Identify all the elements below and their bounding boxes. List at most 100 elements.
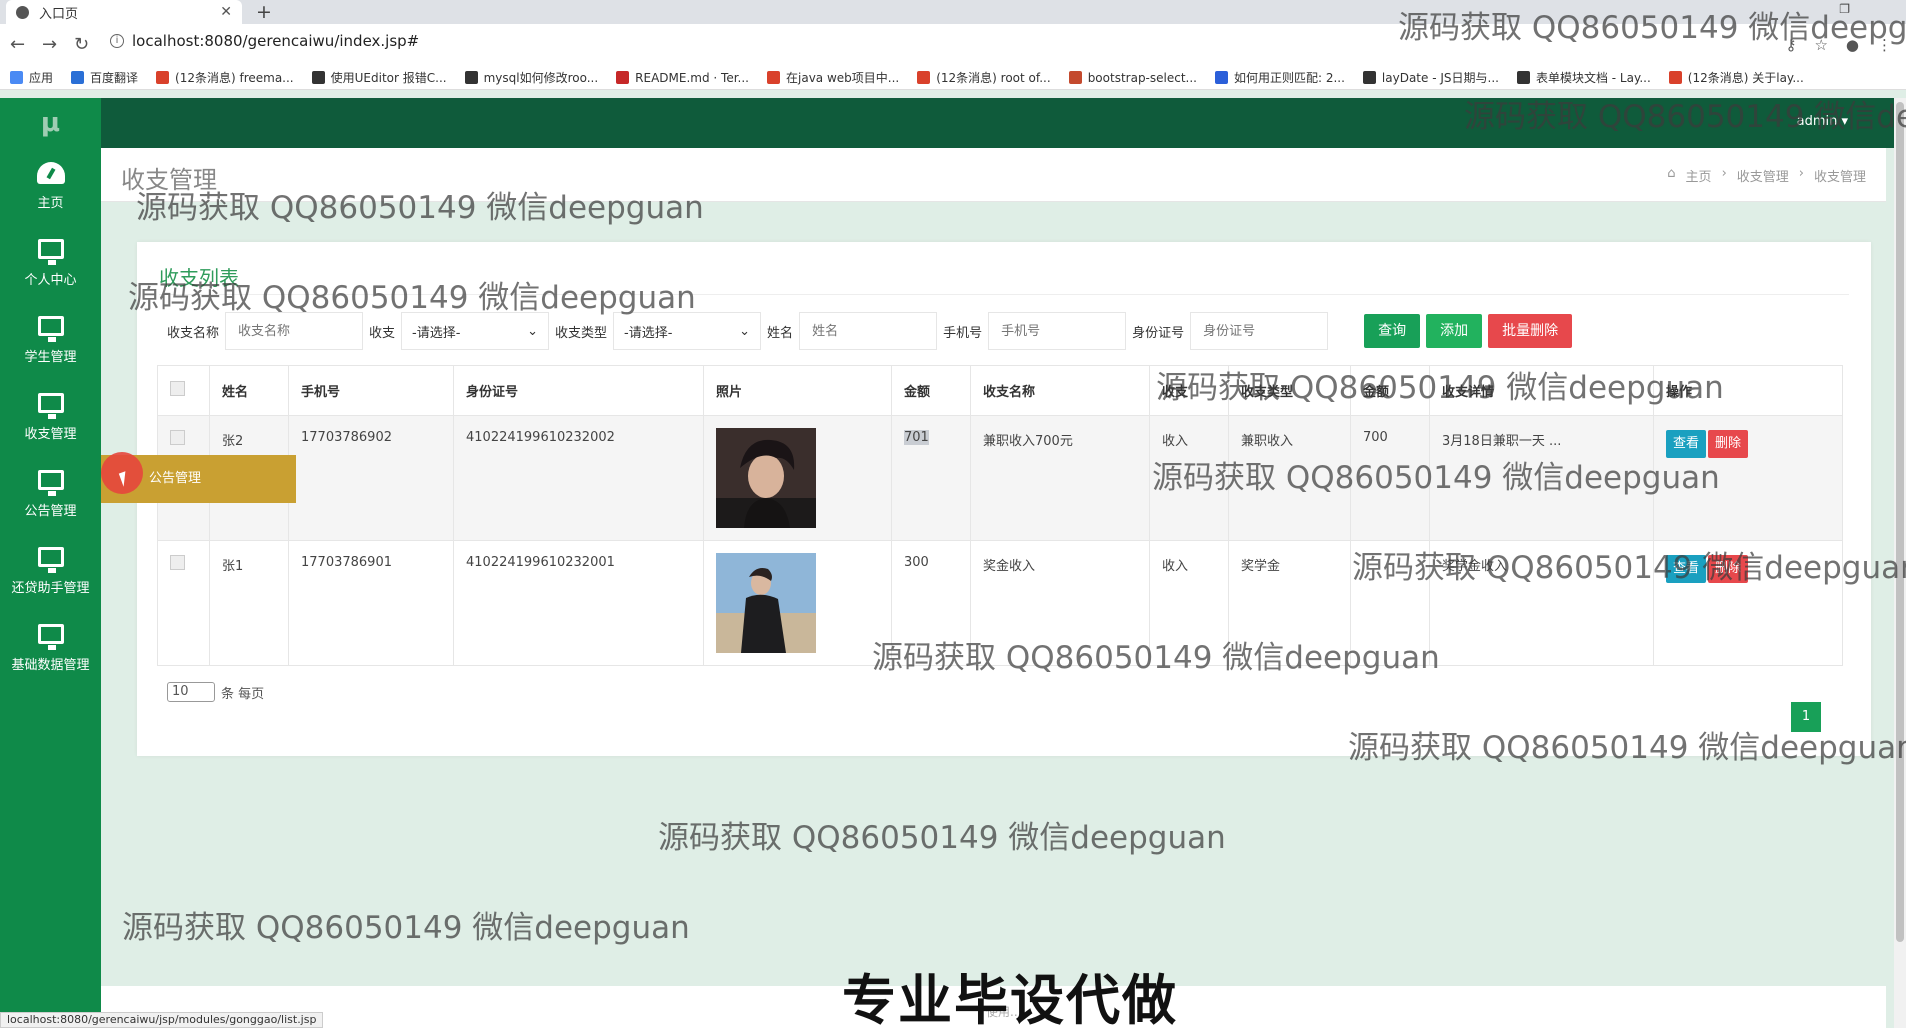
select-all-checkbox[interactable] [170,381,185,396]
view-button[interactable]: 查看 [1666,430,1707,458]
delete-button[interactable]: 删除 [1708,430,1749,458]
address-bar[interactable]: i localhost:8080/gerencaiwu/index.jsp# [110,32,419,50]
type-select[interactable]: -请选择- ⌄ [613,312,762,350]
profile-icon[interactable]: ● [1846,36,1859,54]
cell-inout: 收入 [1149,415,1229,541]
page-size-select[interactable]: 10 [167,682,215,702]
bookmark-label: 应用 [29,71,54,85]
sidebar-item-2[interactable]: 学生管理 [0,302,101,379]
student-photo [716,428,816,528]
bookmark-item[interactable]: layDate - JS日期与... [1362,69,1499,86]
bookmark-apps[interactable]: 应用 [10,69,53,86]
browser-tab[interactable]: 入口页 ✕ [6,0,242,24]
sidebar-item-label: 基础数据管理 [11,658,90,673]
amount-value: 701 [904,430,929,445]
sidebar-item-label: 还贷助手管理 [11,581,90,596]
star-icon[interactable]: ☆ [1814,36,1827,54]
bookmark-item[interactable]: (12条消息) freema... [156,69,294,86]
sidebar-item-label: 主页 [37,196,64,211]
bookmark-item[interactable]: (12条消息) 关于lay... [1668,69,1804,86]
batch-delete-button[interactable]: 批量删除 [1488,314,1573,348]
user-menu[interactable]: admin ▾ [1797,114,1848,129]
col-inout: 收支 [1149,365,1229,416]
add-button[interactable]: 添加 [1426,314,1483,348]
bookmark-favicon-icon [1668,71,1682,84]
col-photo: 照片 [703,365,892,416]
bookmark-item[interactable]: mysql如何修改roo... [464,69,598,86]
monitor-icon [37,239,64,265]
bookmark-item[interactable]: 使用UEditor 报错C... [311,69,447,86]
globe-icon [16,5,29,19]
url-text: localhost:8080/gerencaiwu/index.jsp# [132,32,420,50]
breadcrumb: ⌂ 主页 › 收支管理 › 收支管理 [1667,166,1866,185]
page-button-current[interactable]: 1 [1791,702,1821,732]
person-name-input[interactable] [799,312,938,350]
cell-detail: 奖学金收入 [1429,540,1654,666]
bookmark-label: 百度翻译 [90,71,139,85]
reload-icon[interactable]: ↻ [74,34,89,55]
cell-actions: 查看 删除 [1653,540,1843,666]
bookmark-item[interactable]: 百度翻译 [71,69,138,86]
watermark: 源码获取 QQ86050149 微信deepguan [658,820,1226,856]
col-phone: 手机号 [288,365,454,416]
sidebar-item-0[interactable]: 主页 [0,148,101,225]
row-checkbox[interactable] [170,430,185,445]
monitor-icon [37,547,64,573]
chevron-down-icon: ⌄ [739,323,751,339]
sidebar-item-4[interactable]: 公告管理 [0,456,101,533]
bookmark-label: README.md · Ter... [635,70,749,85]
col-actions: 操作 [1653,365,1843,416]
breadcrumb-separator: › [1798,166,1804,181]
forward-icon[interactable]: → [42,34,57,55]
name-input[interactable] [225,312,364,350]
col-detail: 收支详情 [1429,365,1654,416]
bookmark-item[interactable]: 表单模块文档 - Lay... [1516,69,1651,86]
bookmark-item[interactable]: bootstrap-select... [1068,71,1197,85]
delete-button[interactable]: 删除 [1708,555,1749,583]
sidebar-item-6[interactable]: 基础数据管理 [0,610,101,687]
cell-amount: 300 [891,540,971,666]
cell-inout: 收入 [1149,540,1229,666]
breadcrumb-item[interactable]: 收支管理 [1737,166,1789,185]
cell-photo [703,415,892,541]
view-button[interactable]: 查看 [1666,555,1707,583]
sidebar-item-5[interactable]: 还贷助手管理 [0,533,101,610]
cell-amount: 701 [891,415,971,541]
bookmark-item[interactable]: README.md · Ter... [616,71,749,85]
bookmark-item[interactable]: 如何用正则匹配: 2... [1214,69,1345,86]
cell-detail: 3月18日兼职一天 ... [1429,415,1654,541]
monitor-icon [37,393,64,419]
key-icon[interactable]: ⚷ [1785,36,1796,54]
cell-id-card: 410224199610232001 [453,540,704,666]
menu-dots-icon[interactable]: ⋮ [1877,36,1892,54]
query-button[interactable]: 查询 [1364,314,1421,348]
cell-amount-2: 700 [1350,415,1430,541]
sidebar-item-3[interactable]: 收支管理 [0,379,101,456]
window-restore-icon[interactable]: ❐ [1839,2,1850,16]
row-checkbox[interactable] [170,555,185,570]
bookmark-label: 表单模块文档 - Lay... [1535,71,1651,85]
bookmark-label: 如何用正则匹配: 2... [1233,71,1345,85]
inout-label: 收支 [369,325,396,341]
cell-amount-2 [1350,540,1430,666]
scrollbar[interactable] [1894,98,1906,1028]
inout-select[interactable]: -请选择- ⌄ [401,312,550,350]
id-card-input[interactable] [1190,312,1329,350]
cell-type: 奖学金 [1228,540,1351,666]
page-title: 收支管理 [121,166,217,194]
sidebar-item-1[interactable]: 个人中心 [0,225,101,302]
breadcrumb-home[interactable]: 主页 [1686,166,1712,185]
new-tab-button[interactable]: + [256,0,272,24]
cell-photo [703,540,892,666]
sidebar-item-label: 学生管理 [24,350,77,365]
content-header: 收支管理 ⌂ 主页 › 收支管理 › 收支管理 [101,148,1886,202]
bookmark-item[interactable]: (12条消息) root of... [917,69,1051,86]
page-size-control: 10 条 每页 [167,682,264,702]
monitor-icon [37,624,64,650]
back-icon[interactable]: ← [10,34,25,55]
sidebar-item-label: 公告管理 [24,504,77,519]
close-tab-icon[interactable]: ✕ [220,4,232,20]
scrollbar-thumb[interactable] [1896,102,1904,942]
bookmark-item[interactable]: 在java web项目中... [767,69,899,86]
phone-input[interactable] [988,312,1127,350]
